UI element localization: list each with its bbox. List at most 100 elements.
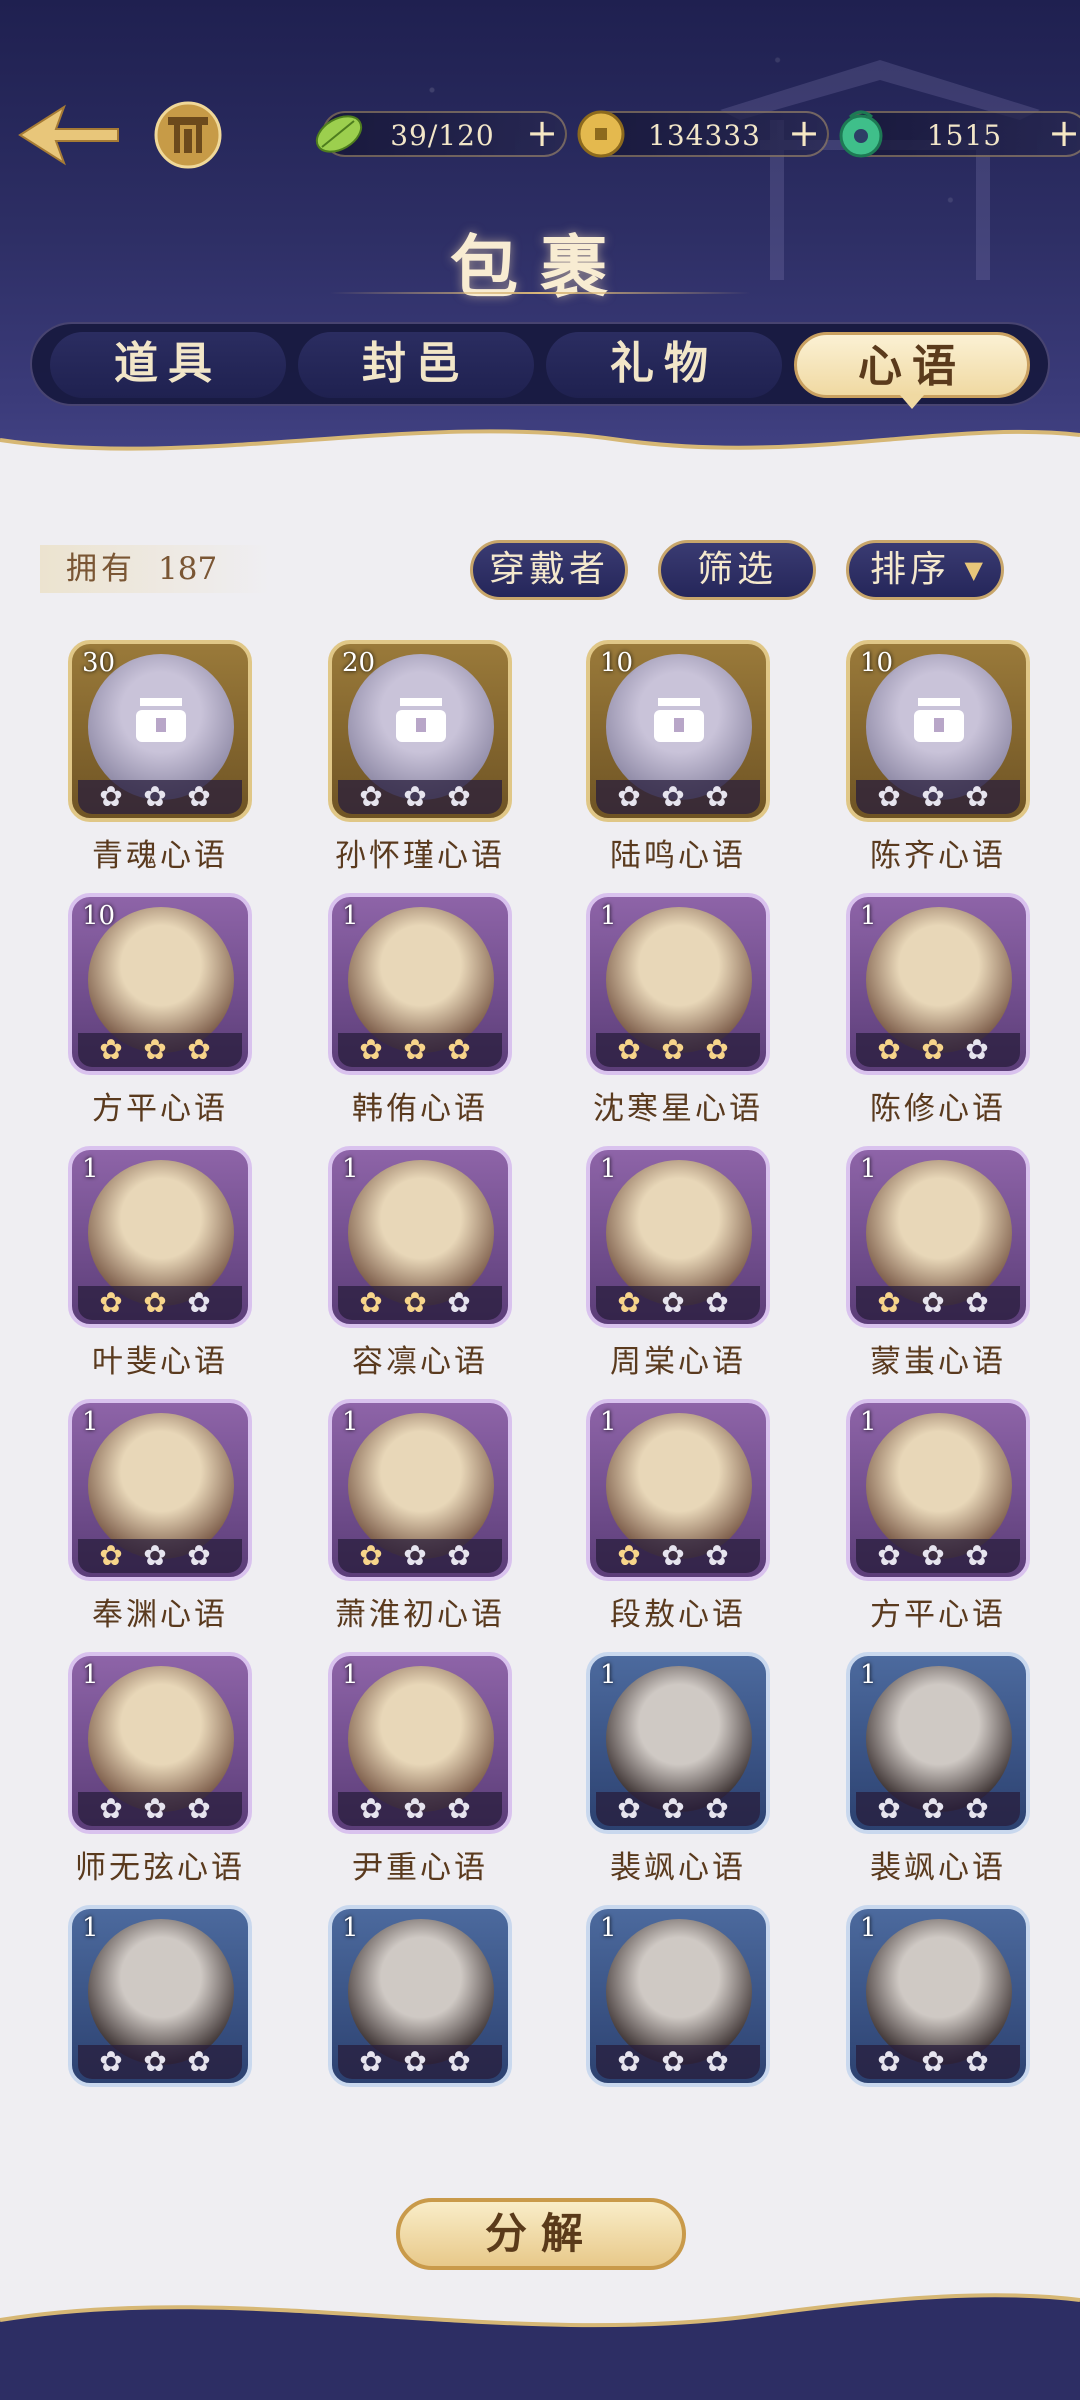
- item-frame: 1 ✿ ✿ ✿: [328, 1399, 512, 1581]
- item-name: 萧淮初心语: [335, 1597, 505, 1633]
- tab-bar: 道具 封邑 礼物 心语: [30, 322, 1050, 409]
- flower-star-icon: ✿: [143, 1033, 167, 1066]
- item-frame: 1 ✿ ✿ ✿: [586, 893, 770, 1075]
- item-count: 1: [860, 1407, 877, 1437]
- flower-star-icon: ✿: [705, 780, 729, 813]
- character-portrait: [88, 1919, 234, 2065]
- flower-star-icon: ✿: [705, 1539, 729, 1572]
- add-gem-button[interactable]: +: [1043, 114, 1080, 154]
- back-button[interactable]: [14, 99, 124, 169]
- flower-star-icon: ✿: [143, 2045, 167, 2078]
- character-portrait: [606, 1413, 752, 1559]
- add-stamina-button[interactable]: +: [521, 114, 563, 154]
- tab-fief[interactable]: 封邑: [298, 332, 534, 398]
- owned-value: 187: [158, 551, 218, 587]
- flower-star-icon: ✿: [99, 1033, 123, 1066]
- item-frame: 1 ✿ ✿ ✿: [846, 1399, 1030, 1581]
- flower-star-icon: ✿: [359, 1792, 383, 1825]
- item-name: 叶斐心语: [92, 1344, 228, 1380]
- flower-star-icon: ✿: [877, 1539, 901, 1572]
- item-count: 1: [860, 901, 877, 931]
- star-rating: ✿ ✿ ✿: [856, 1033, 1020, 1067]
- flower-star-icon: ✿: [877, 1286, 901, 1319]
- flower-star-icon: ✿: [403, 2045, 427, 2078]
- item-count: 1: [860, 1660, 877, 1690]
- tab-items[interactable]: 道具: [50, 332, 286, 398]
- item-frame: 20 ✿ ✿ ✿: [328, 640, 512, 822]
- item-count: 10: [600, 648, 634, 678]
- page-title: 包裹: [449, 228, 630, 308]
- stamina-value: 39/120: [390, 119, 495, 152]
- home-button[interactable]: [152, 99, 224, 171]
- item-count: 1: [342, 1407, 359, 1437]
- flower-star-icon: ✿: [99, 2045, 123, 2078]
- flower-star-icon: ✿: [359, 1033, 383, 1066]
- item-count: 10: [860, 648, 894, 678]
- flower-star-icon: ✿: [359, 780, 383, 813]
- character-portrait: [88, 1160, 234, 1306]
- flower-star-icon: ✿: [403, 1539, 427, 1572]
- item-name: 陆鸣心语: [610, 838, 746, 874]
- add-coin-button[interactable]: +: [783, 114, 825, 154]
- character-portrait: [606, 1666, 752, 1812]
- star-rating: ✿ ✿ ✿: [596, 2045, 760, 2079]
- flower-star-icon: ✿: [447, 1286, 471, 1319]
- flower-star-icon: ✿: [877, 780, 901, 813]
- item-name: 方平心语: [870, 1597, 1006, 1633]
- decompose-button[interactable]: 分解: [396, 2198, 686, 2270]
- flower-star-icon: ✿: [187, 2045, 211, 2078]
- star-rating: ✿ ✿ ✿: [856, 2045, 1020, 2079]
- item-frame: 1 ✿ ✿ ✿: [68, 1399, 252, 1581]
- tab-heart-words[interactable]: 心语: [794, 332, 1030, 409]
- item-frame: 10 ✿ ✿ ✿: [846, 640, 1030, 822]
- flower-star-icon: ✿: [661, 1286, 685, 1319]
- item-name: 裴飒心语: [610, 1850, 746, 1886]
- item-frame: 10 ✿ ✿ ✿: [68, 893, 252, 1075]
- leaf-stamina-icon: [315, 115, 363, 153]
- star-rating: ✿ ✿ ✿: [596, 780, 760, 814]
- item-count: 1: [600, 901, 617, 931]
- item-name: 陈修心语: [870, 1091, 1006, 1127]
- item-count: 30: [82, 648, 116, 678]
- flower-star-icon: ✿: [187, 1033, 211, 1066]
- item-count: 1: [342, 901, 359, 931]
- owned-label: 拥有: [66, 551, 136, 587]
- flower-star-icon: ✿: [705, 1792, 729, 1825]
- flower-star-icon: ✿: [921, 2045, 945, 2078]
- gold-coin-icon: [577, 110, 625, 158]
- jade-gem-icon: [839, 110, 883, 158]
- star-rating: ✿ ✿ ✿: [78, 1792, 242, 1826]
- sort-label: 排序: [869, 549, 950, 590]
- chevron-down-icon: ▼: [964, 556, 987, 584]
- sort-button[interactable]: 排序 ▼: [846, 540, 1004, 600]
- lock-icon: [654, 698, 704, 742]
- flower-star-icon: ✿: [359, 1286, 383, 1319]
- item-count: 1: [342, 1660, 359, 1690]
- item-frame: 1 ✿ ✿ ✿: [328, 893, 512, 1075]
- item-name: 周棠心语: [610, 1344, 746, 1380]
- flower-star-icon: ✿: [661, 780, 685, 813]
- item-frame: 1 ✿ ✿ ✿: [846, 893, 1030, 1075]
- lock-icon: [914, 698, 964, 742]
- owned-count: 拥有 187: [40, 545, 270, 593]
- top-bar: 39/120 + 134333 + 1515 +: [0, 95, 1080, 175]
- filter-button[interactable]: 筛选: [658, 540, 816, 600]
- tab-gifts[interactable]: 礼物: [546, 332, 782, 398]
- item-frame: 1 ✿ ✿ ✿: [68, 1652, 252, 1834]
- flower-star-icon: ✿: [965, 1286, 989, 1319]
- item-frame: 1 ✿ ✿ ✿: [586, 1146, 770, 1328]
- character-portrait: [348, 1413, 494, 1559]
- character-portrait: [88, 1413, 234, 1559]
- item-frame: 1 ✿ ✿ ✿: [846, 1146, 1030, 1328]
- flower-star-icon: ✿: [965, 1792, 989, 1825]
- item-name: 陈齐心语: [870, 838, 1006, 874]
- item-count: 1: [600, 1407, 617, 1437]
- flower-star-icon: ✿: [447, 780, 471, 813]
- star-rating: ✿ ✿ ✿: [78, 1286, 242, 1320]
- wearer-button[interactable]: 穿戴者: [470, 540, 628, 600]
- flower-star-icon: ✿: [143, 780, 167, 813]
- item-frame: 1 ✿ ✿ ✿: [586, 1652, 770, 1834]
- item-count: 10: [82, 901, 116, 931]
- star-rating: ✿ ✿ ✿: [338, 1286, 502, 1320]
- character-portrait: [866, 907, 1012, 1053]
